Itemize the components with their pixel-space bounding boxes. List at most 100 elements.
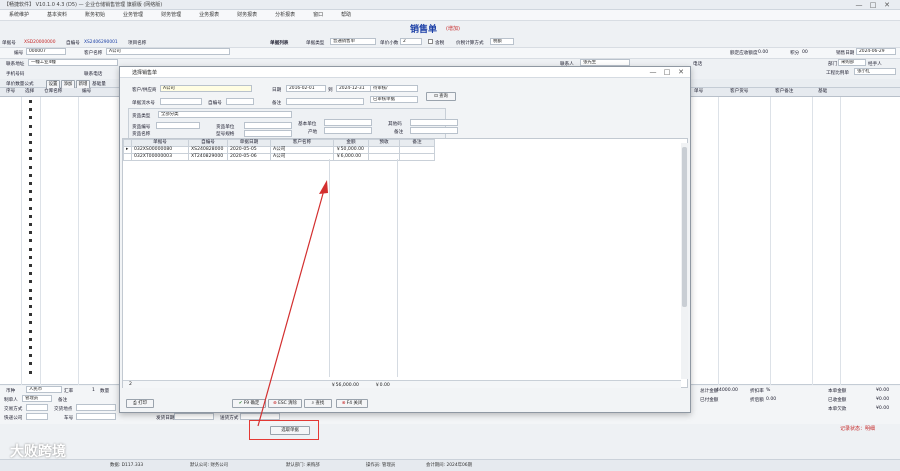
row-select-mark[interactable] xyxy=(29,305,32,308)
row-select-mark[interactable] xyxy=(29,313,32,317)
dlg-alt-unit-input[interactable] xyxy=(410,119,458,126)
dialog-minimize-icon[interactable]: — xyxy=(646,67,660,78)
code-input[interactable]: 000007 xyxy=(26,48,66,55)
row-select-mark[interactable] xyxy=(29,255,32,259)
trans-select[interactable] xyxy=(26,404,48,411)
row-select-mark[interactable] xyxy=(29,124,32,128)
dept-input[interactable]: 采购部 xyxy=(838,59,866,66)
vertical-scrollbar[interactable] xyxy=(681,143,688,379)
row-select-mark[interactable] xyxy=(29,329,32,333)
maximize-icon[interactable]: □ xyxy=(866,0,880,10)
dialog-maximize-icon[interactable]: □ xyxy=(660,67,674,78)
minimize-icon[interactable]: — xyxy=(852,0,866,10)
menu-basic[interactable]: 基本资料 xyxy=(38,10,76,21)
row-select-mark[interactable] xyxy=(29,321,32,325)
dlg-remark2-input[interactable] xyxy=(410,127,458,134)
dlg-base-unit-input[interactable] xyxy=(324,119,372,126)
dlg-date-label: 日期 xyxy=(272,88,282,93)
row-select-mark[interactable] xyxy=(29,149,32,153)
dlg-alt-unit-label: 其他码 xyxy=(388,122,402,127)
close-button[interactable]: ⊗ F4 关闭 xyxy=(336,399,368,408)
row-select-mark[interactable] xyxy=(29,206,32,210)
expr-select[interactable] xyxy=(26,413,48,420)
seller-input[interactable]: 张先生 xyxy=(580,59,630,66)
dlg-date-from[interactable]: 2016-02-01 xyxy=(286,85,326,92)
address-input[interactable]: 一幢工业4幢 xyxy=(28,59,118,66)
row-select-mark[interactable] xyxy=(29,141,32,144)
table-row[interactable]: ▸ 032XS00000080 XS240828000 2020-05-05 A… xyxy=(123,146,435,154)
col-warehouse: 仓库名称 xyxy=(44,89,63,94)
dlg-product-model-input[interactable] xyxy=(244,130,292,137)
dlg-customer-input[interactable]: A公司 xyxy=(160,85,252,92)
menu-window[interactable]: 窗口 xyxy=(304,10,332,21)
currency-select[interactable]: 人民币 xyxy=(26,386,62,393)
dlg-origin-input[interactable] xyxy=(324,127,372,134)
menu-analysis[interactable]: 分析报表 xyxy=(266,10,304,21)
dlg-to-label: 到 xyxy=(328,88,333,93)
row-select-mark[interactable] xyxy=(29,108,32,112)
row-select-mark[interactable] xyxy=(29,346,32,349)
row-select-mark[interactable] xyxy=(29,182,32,185)
dlg-flow-select[interactable]: 已审核单据 xyxy=(370,96,418,103)
row-select-mark[interactable] xyxy=(29,370,32,374)
project2-label: 工程比例单 xyxy=(826,71,849,76)
dialog-close-icon[interactable]: ✕ xyxy=(674,67,688,78)
calc-select[interactable]: 税额 xyxy=(490,38,514,45)
row-select-mark[interactable] xyxy=(29,132,32,136)
menu-init[interactable]: 账务初始 xyxy=(76,10,114,21)
table-row[interactable]: 032XT00000003 XT240829000 2020-05-06 A公司… xyxy=(123,153,435,161)
annotation-arrow xyxy=(257,180,328,427)
row-select-mark[interactable] xyxy=(29,214,32,218)
row-select-mark[interactable] xyxy=(29,354,32,358)
unit-price-input[interactable]: 2 xyxy=(400,38,422,45)
dlg-doc-no-input[interactable] xyxy=(160,98,202,105)
doc-type-select[interactable]: 普通销售单 xyxy=(330,38,376,45)
print-button[interactable]: ⎙ 打印 xyxy=(126,399,154,408)
menu-help[interactable]: 帮助 xyxy=(332,10,360,21)
car-input[interactable] xyxy=(76,413,116,420)
handler-input[interactable]: 张小红 xyxy=(854,68,896,75)
self-no-label: 自编号 xyxy=(66,41,80,46)
customer-input[interactable]: A公司 xyxy=(106,48,230,55)
row-select-mark[interactable] xyxy=(29,190,32,194)
row-select-mark[interactable] xyxy=(29,362,32,366)
dlg-product-unit-input[interactable] xyxy=(244,122,292,129)
menu-biz-report[interactable]: 业务报表 xyxy=(190,10,228,21)
dlg-product-class-select[interactable]: 全部分类 xyxy=(158,111,292,118)
scrollbar-thumb[interactable] xyxy=(682,147,687,307)
row-select-mark[interactable] xyxy=(29,116,32,120)
menu-system[interactable]: 系统维护 xyxy=(0,10,38,21)
list-type-label[interactable]: 单据列表 xyxy=(270,40,288,46)
dlg-self-no-input[interactable] xyxy=(226,98,254,105)
row-select-mark[interactable] xyxy=(29,296,32,300)
row-select-mark[interactable] xyxy=(29,288,32,292)
tax-checkbox[interactable] xyxy=(428,39,433,44)
status-period: 会计期间: 2024年06期 xyxy=(426,463,472,468)
row-select-mark[interactable] xyxy=(29,337,32,341)
handler-label: 经手人 xyxy=(868,62,882,67)
menu-finance[interactable]: 财务管理 xyxy=(152,10,190,21)
dlg-remark-input[interactable] xyxy=(286,98,364,105)
row-select-mark[interactable] xyxy=(29,239,32,243)
dlg-status-select[interactable]: 待审核/ xyxy=(370,85,418,92)
row-select-mark[interactable] xyxy=(29,100,32,103)
date-input[interactable]: 2024-06-29 xyxy=(856,48,896,55)
dlg-query-button[interactable]: ⊡ 查询 xyxy=(426,92,456,101)
row-select-mark[interactable] xyxy=(29,157,32,161)
row-select-mark[interactable] xyxy=(29,272,32,276)
row-select-mark[interactable] xyxy=(29,231,32,235)
delivery-input[interactable] xyxy=(76,404,116,411)
row-select-mark[interactable] xyxy=(29,264,32,267)
th-customer: 客户名称 xyxy=(270,139,334,147)
menu-fin-report[interactable]: 财务报表 xyxy=(228,10,266,21)
row-select-mark[interactable] xyxy=(29,280,32,284)
row-select-mark[interactable] xyxy=(29,165,32,169)
dlg-product-no-input[interactable] xyxy=(156,122,200,129)
row-select-mark[interactable] xyxy=(29,247,32,251)
menu-business[interactable]: 业务管理 xyxy=(114,10,152,21)
row-select-mark[interactable] xyxy=(29,173,32,177)
close-icon[interactable]: ✕ xyxy=(880,0,894,10)
row-select-mark[interactable] xyxy=(29,198,32,202)
row-select-mark[interactable] xyxy=(29,223,32,226)
ship-date-input[interactable] xyxy=(174,413,214,420)
